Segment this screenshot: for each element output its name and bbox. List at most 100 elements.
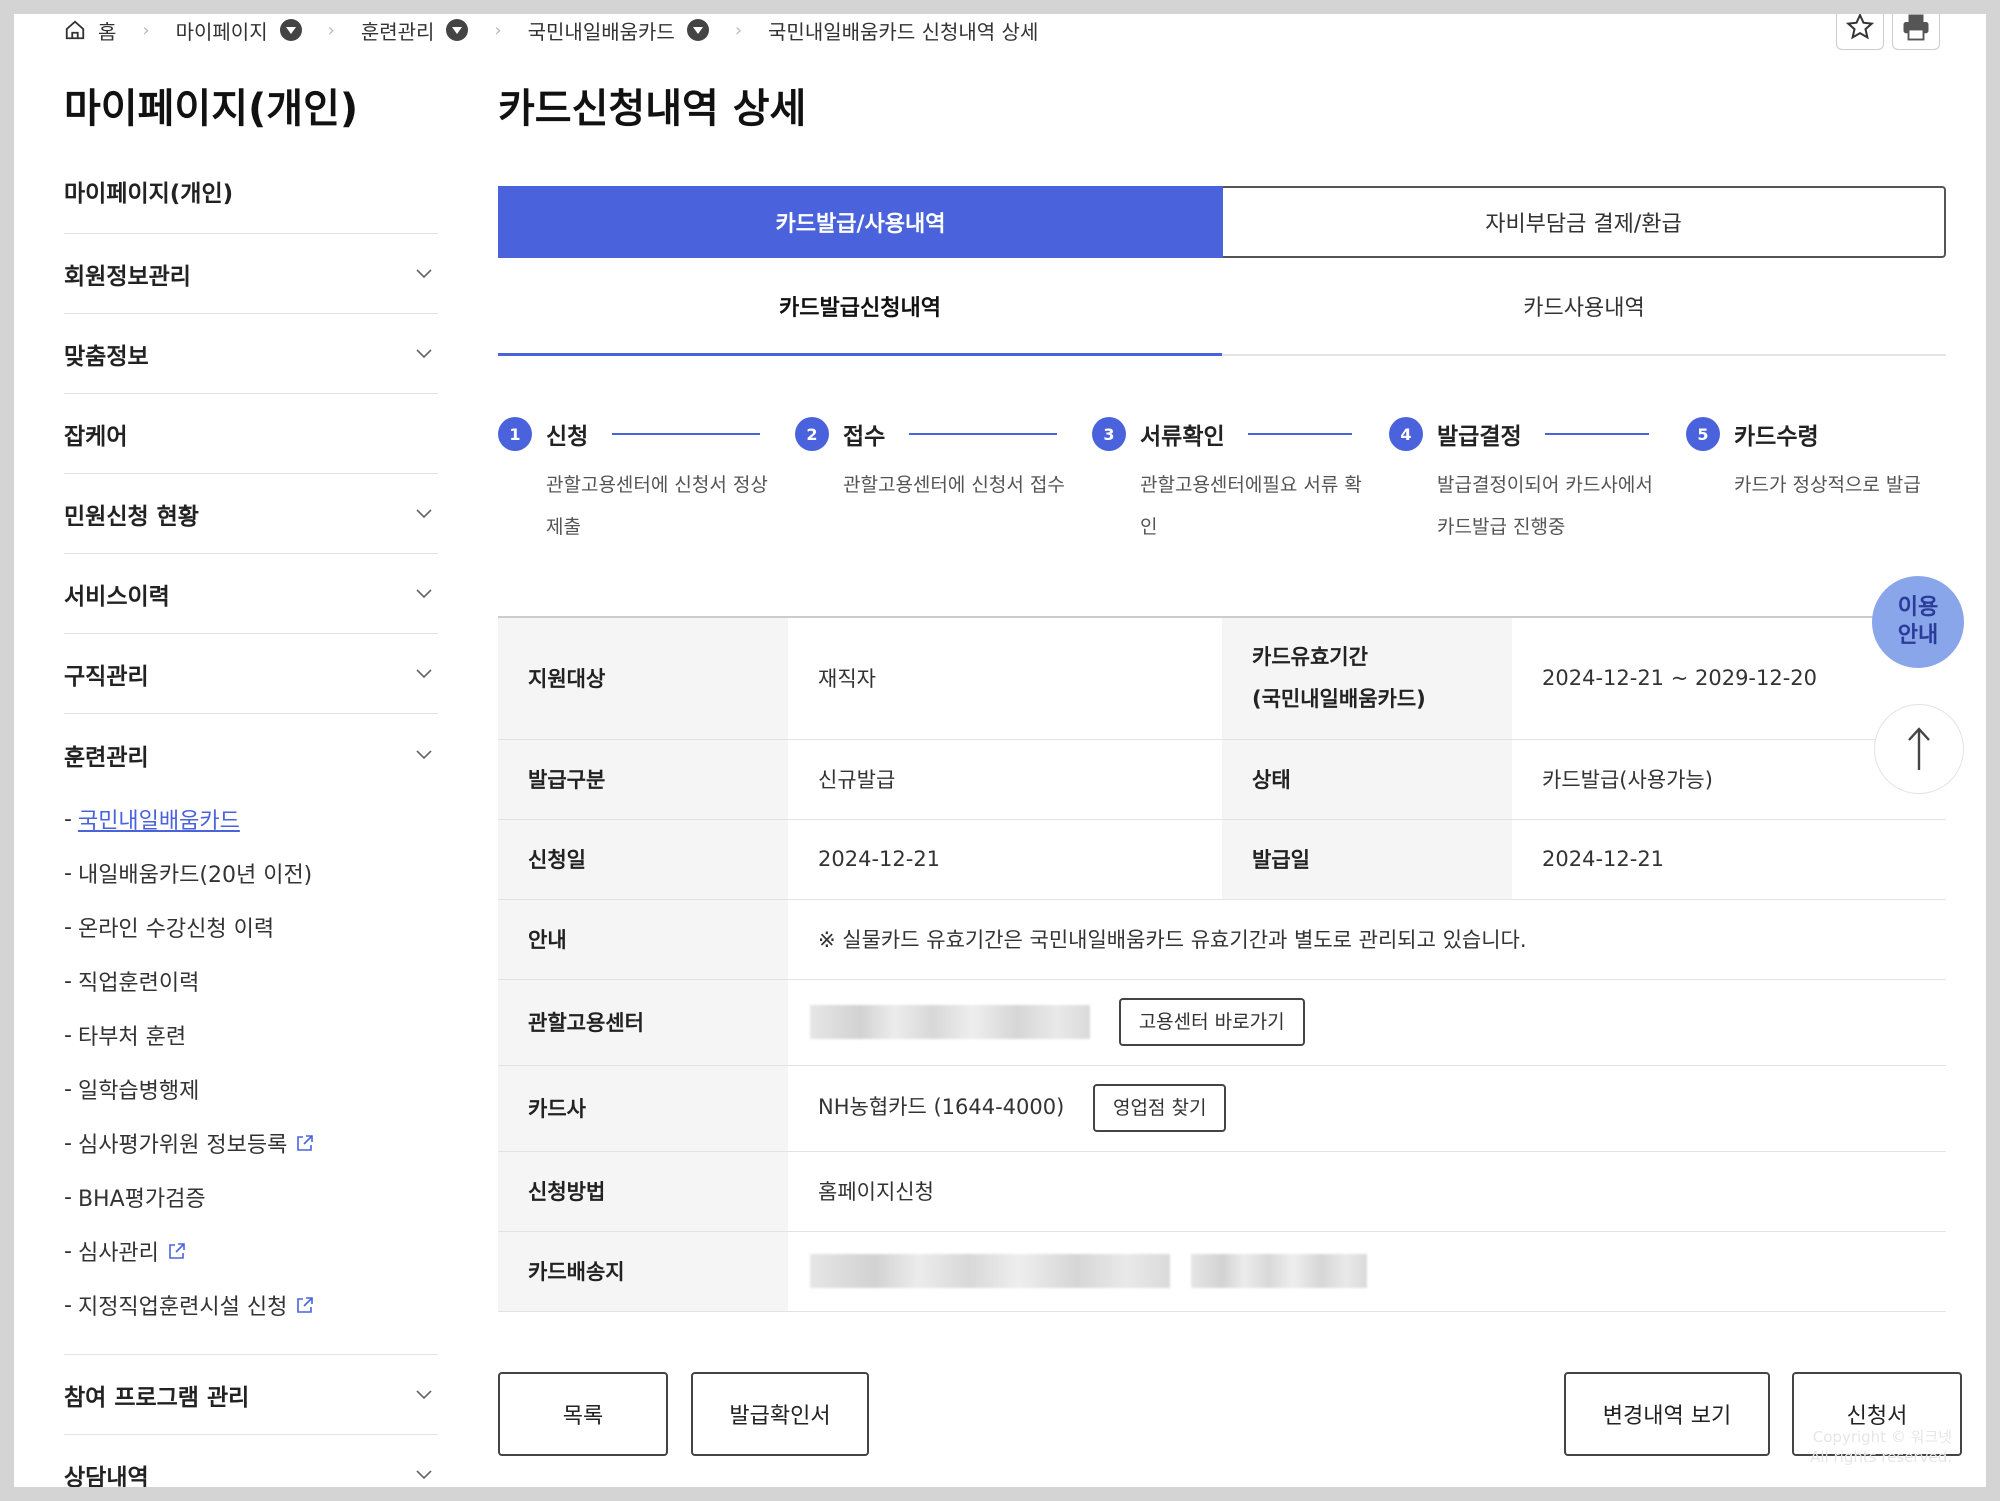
breadcrumb-item-label: 국민내일배움카드 (527, 19, 675, 44)
delivery-address-value (788, 1231, 1946, 1312)
step-label: 접수 (843, 424, 886, 450)
usage-guide-button[interactable]: 이용 안내 (1872, 576, 1964, 668)
step-apply: 1 신청 관할고용센터에 신청서 정상제출 (498, 416, 795, 616)
breadcrumb-item-card[interactable]: 국민내일배움카드 (528, 16, 709, 45)
issue-certificate-button[interactable]: 발급확인서 (691, 1371, 869, 1456)
sidebar-subitem-label: BHA평가검증 (77, 1187, 206, 1212)
sub-tabs: 카드발급신청내역 카드사용내역 (498, 258, 1946, 356)
dash: - (64, 1076, 72, 1102)
tab-self-payment[interactable]: 자비부담금 결제/환급 (1223, 186, 1946, 258)
tab-card-issue-usage[interactable]: 카드발급/사용내역 (498, 186, 1223, 258)
progress-steps: 1 신청 관할고용센터에 신청서 정상제출 2 접수 관할고용센터에 신청서 접… (498, 416, 1946, 616)
step-connector (612, 433, 760, 435)
step-label: 신청 (546, 424, 589, 450)
list-button[interactable]: 목록 (498, 1371, 668, 1456)
delivery-address-label: 카드배송지 (498, 1231, 788, 1312)
apply-method-label: 신청방법 (498, 1151, 788, 1232)
breadcrumb-item-mypage[interactable]: 마이페이지 (176, 16, 302, 45)
sidebar-subitem-worklearn[interactable]: - 일학습병행제 (64, 1062, 438, 1116)
copyright-watermark: Copyright © 워크넷 All rights reserved. (1810, 1427, 1952, 1467)
tab-card-application[interactable]: 카드발급신청내역 (498, 258, 1222, 356)
support-target-label: 지원대상 (498, 617, 788, 740)
step-description: 관할고용센터에필요 서류 확인 (1140, 474, 1362, 538)
dash: - (64, 1022, 72, 1048)
sidebar-subitem-bha[interactable]: - BHA평가검증 (64, 1170, 438, 1224)
sidebar-item-service[interactable]: 서비스이력 (64, 554, 438, 634)
favorite-button[interactable] (1836, 14, 1884, 50)
sidebar-subitem-label: 직업훈련이력 (77, 971, 200, 996)
sidebar-item-mypage[interactable]: 마이페이지(개인) (64, 164, 438, 234)
chevron-down-icon (416, 508, 432, 518)
step-number: 5 (1686, 417, 1720, 451)
breadcrumb-separator: › (327, 19, 335, 41)
step-document-check: 3 서류확인 관할고용센터에필요 서류 확인 (1092, 416, 1389, 616)
step-description: 관할고용센터에 신청서 접수 (843, 474, 1065, 496)
sidebar-item-custom[interactable]: 맞춤정보 (64, 314, 438, 394)
step-receipt: 2 접수 관할고용센터에 신청서 접수 (795, 416, 1092, 616)
chevron-down-icon (416, 268, 432, 278)
sidebar-subitem-facility[interactable]: - 지정직업훈련시설 신청 (64, 1278, 438, 1332)
change-history-button[interactable]: 변경내역 보기 (1564, 1371, 1770, 1456)
sidebar-subitem-online[interactable]: - 온라인 수강신청 이력 (64, 900, 438, 954)
employment-center-link-button[interactable]: 고용센터 바로가기 (1118, 998, 1305, 1046)
sidebar-subitem-label: 지정직업훈련시설 신청 (77, 1295, 288, 1320)
sidebar-item-counsel[interactable]: 상담내역 (64, 1435, 438, 1487)
step-connector (1545, 433, 1649, 435)
sidebar-training-menu: 훈련관리 - 국민내일배움카드 - 내일배움카드(20년 이전) - 온라인 수강신청… (64, 714, 438, 1355)
card-validity-label-line2: (국민내일배움카드) (1252, 687, 1426, 712)
sidebar-item-jobsearch[interactable]: 구직관리 (64, 634, 438, 714)
copyright-line: All rights reserved. (1810, 1448, 1952, 1466)
sidebar-subitem-old-card[interactable]: - 내일배움카드(20년 이전) (64, 846, 438, 900)
sidebar-item-jobcare[interactable]: 잡케어 (64, 394, 438, 474)
sidebar-item-member[interactable]: 회원정보관리 (64, 234, 438, 314)
dash: - (64, 860, 72, 886)
sidebar: 마이페이지(개인) 마이페이지(개인) 회원정보관리 맞춤정보 잡케어 민원신청… (64, 74, 438, 1487)
dash: - (64, 1292, 72, 1318)
chevron-down-icon[interactable] (446, 19, 469, 41)
sidebar-subitem-history[interactable]: - 직업훈련이력 (64, 954, 438, 1008)
redacted-address (810, 1254, 1170, 1288)
print-button[interactable] (1892, 14, 1940, 50)
sidebar-item-training[interactable]: 훈련관리 (64, 718, 438, 792)
step-connector (909, 433, 1057, 435)
card-company-label: 카드사 (498, 1065, 788, 1152)
sidebar-item-label: 구직관리 (64, 663, 149, 690)
sidebar-item-program[interactable]: 참여 프로그램 관리 (64, 1355, 438, 1435)
sidebar-subitem-label: 온라인 수강신청 이력 (77, 917, 275, 942)
sidebar-subitem-review[interactable]: - 심사관리 (64, 1224, 438, 1278)
sidebar-title: 마이페이지(개인) (64, 86, 359, 132)
breadcrumb-separator: › (494, 19, 502, 41)
breadcrumb-home[interactable]: 홈 (64, 16, 116, 45)
step-label: 카드수령 (1734, 424, 1819, 450)
chevron-down-icon (416, 588, 432, 598)
step-connector (1248, 433, 1352, 435)
sidebar-subitem-other[interactable]: - 타부처 훈련 (64, 1008, 438, 1062)
sidebar-subitem-evaluator[interactable]: - 심사평가위원 정보등록 (64, 1116, 438, 1170)
chevron-down-icon[interactable] (279, 19, 302, 41)
sidebar-item-petition[interactable]: 민원신청 현황 (64, 474, 438, 554)
usage-guide-line1: 이용 (1897, 595, 1939, 620)
top-tools (1836, 14, 1940, 50)
issue-date-label: 발급일 (1222, 819, 1512, 900)
dash: - (64, 806, 72, 832)
dash: - (64, 1184, 72, 1210)
issue-type-label: 발급구분 (498, 739, 788, 820)
dash: - (64, 1130, 72, 1156)
breadcrumb-item-training[interactable]: 훈련관리 (361, 16, 469, 45)
tab-card-usage[interactable]: 카드사용내역 (1222, 258, 1946, 354)
sidebar-item-label: 상담내역 (64, 1464, 149, 1488)
step-label: 서류확인 (1140, 424, 1225, 450)
sidebar-subitem-national-card[interactable]: - 국민내일배움카드 (64, 792, 438, 846)
scroll-top-button[interactable] (1874, 704, 1964, 794)
find-branch-button[interactable]: 영업점 찾기 (1093, 1084, 1227, 1132)
breadcrumb-current-label: 국민내일배움카드 신청내역 상세 (768, 19, 1039, 44)
table-row: 관할고용센터 고용센터 바로가기 (498, 979, 1946, 1066)
main-tabs: 카드발급/사용내역 자비부담금 결제/환급 (498, 186, 1946, 258)
card-company-cell: NH농협카드 (1644-4000) 영업점 찾기 (788, 1065, 1946, 1152)
chevron-down-icon (416, 668, 432, 678)
apply-method-value: 홈페이지신청 (788, 1151, 1946, 1232)
sidebar-subitem-label: 내일배움카드(20년 이전) (77, 863, 313, 888)
home-icon (65, 20, 85, 40)
chevron-down-icon (416, 750, 432, 760)
chevron-down-icon[interactable] (686, 19, 709, 41)
